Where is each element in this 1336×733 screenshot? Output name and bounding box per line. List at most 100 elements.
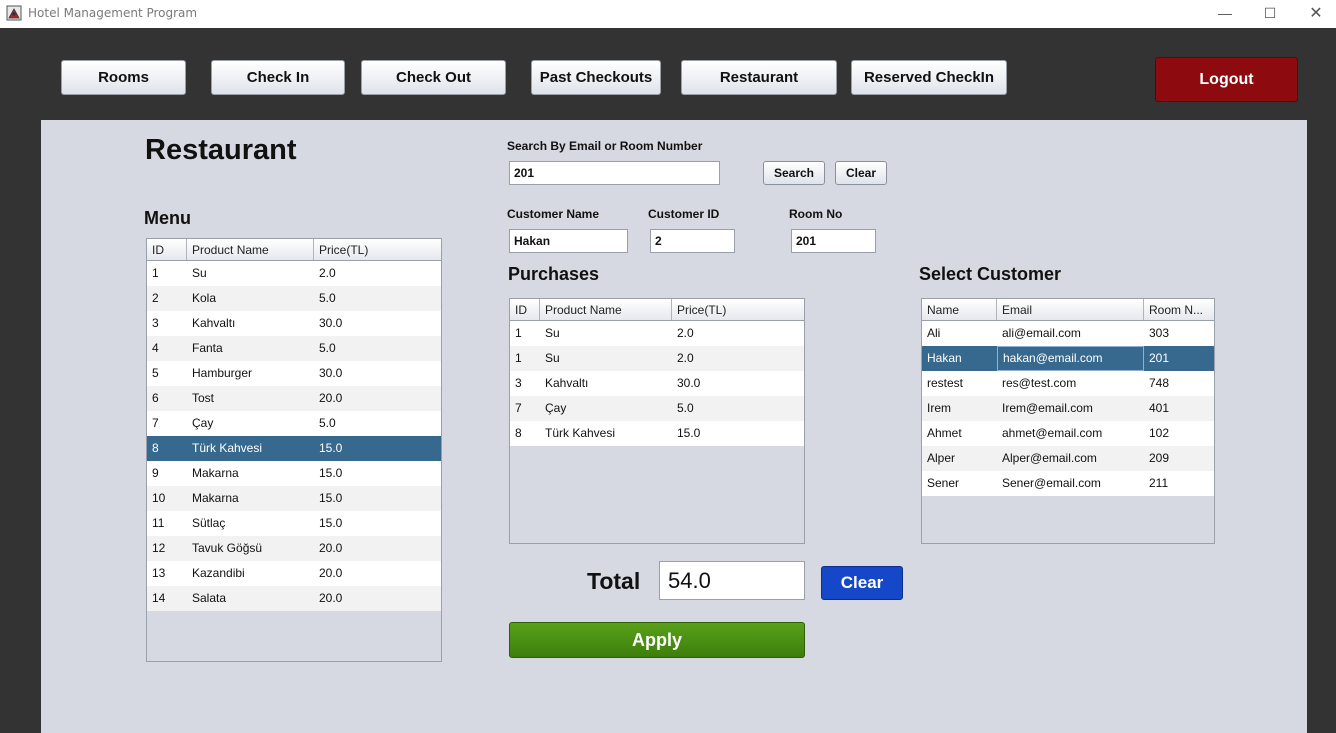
- apply-button[interactable]: Apply: [509, 622, 805, 658]
- column-header[interactable]: Room N...: [1144, 299, 1214, 320]
- table-cell: 14: [152, 591, 166, 605]
- table-cell: 3: [152, 316, 159, 330]
- table-cell: Hamburger: [192, 366, 253, 380]
- table-cell: res@test.com: [1002, 376, 1077, 390]
- table-cell: hakan@email.com: [997, 346, 1144, 371]
- menu-table[interactable]: ID Product Name Price(TL) 1 Su 2.0 2 Kola 5.0…: [146, 238, 442, 662]
- maximize-icon[interactable]: ☐: [1258, 2, 1282, 24]
- table-row[interactable]: Ali ali@email.com 303: [922, 321, 1214, 346]
- table-cell: 748: [1149, 376, 1170, 390]
- table-cell: 15.0: [319, 491, 343, 505]
- table-row[interactable]: 7 Çay 5.0: [510, 396, 804, 421]
- close-icon[interactable]: ✕: [1304, 2, 1328, 24]
- table-cell: 211: [1149, 476, 1169, 490]
- purchases-table-header: ID Product Name Price(TL): [510, 299, 804, 321]
- column-header[interactable]: Email: [997, 299, 1144, 320]
- purchases-title: Purchases: [508, 264, 600, 284]
- table-row[interactable]: 6 Tost 20.0: [147, 386, 441, 411]
- table-row[interactable]: 3 Kahvaltı 30.0: [510, 371, 804, 396]
- room-no-field[interactable]: 201: [791, 229, 876, 253]
- table-row[interactable]: restest res@test.com 748: [922, 371, 1214, 396]
- column-header[interactable]: ID: [147, 239, 187, 260]
- app-icon: [6, 5, 22, 21]
- logout-button[interactable]: Logout: [1155, 57, 1298, 102]
- table-row[interactable]: 14 Salata 20.0: [147, 586, 441, 611]
- table-row[interactable]: 3 Kahvaltı 30.0: [147, 311, 441, 336]
- table-cell: Çay: [545, 401, 567, 415]
- table-row[interactable]: Hakan hakan@email.com 201: [922, 346, 1214, 371]
- table-cell: 102: [1149, 426, 1170, 440]
- table-row[interactable]: 8 Türk Kahvesi 15.0: [147, 436, 441, 461]
- table-row[interactable]: 11 Sütlaç 15.0: [147, 511, 441, 536]
- table-row[interactable]: 8 Türk Kahvesi 15.0: [510, 421, 804, 446]
- table-cell: 1: [515, 351, 522, 365]
- check-out-button[interactable]: Check Out: [361, 60, 506, 95]
- room-no-label: Room No: [789, 207, 843, 221]
- customer-name-field[interactable]: Hakan: [509, 229, 628, 253]
- customer-id-label: Customer ID: [648, 207, 720, 221]
- table-cell: 30.0: [319, 366, 343, 380]
- table-cell: Sütlaç: [192, 516, 226, 530]
- table-cell: 12: [152, 541, 166, 555]
- total-field[interactable]: 54.0: [659, 561, 805, 600]
- customer-table-body: Ali ali@email.com 303 Hakan hakan@email.com 2…: [922, 321, 1214, 496]
- table-row[interactable]: Ahmet ahmet@email.com 102: [922, 421, 1214, 446]
- table-cell: Irem@email.com: [1002, 401, 1093, 415]
- table-cell: 6: [152, 391, 159, 405]
- column-header[interactable]: Price(TL): [314, 239, 441, 260]
- table-cell: ahmet@email.com: [1002, 426, 1103, 440]
- search-clear-button[interactable]: Clear: [835, 161, 887, 185]
- table-row[interactable]: 4 Fanta 5.0: [147, 336, 441, 361]
- table-row[interactable]: Sener Sener@email.com 211: [922, 471, 1214, 496]
- table-row[interactable]: 2 Kola 5.0: [147, 286, 441, 311]
- table-cell: 7: [515, 401, 522, 415]
- customer-table-header: Name Email Room N...: [922, 299, 1214, 321]
- table-row[interactable]: 7 Çay 5.0: [147, 411, 441, 436]
- search-label: Search By Email or Room Number: [507, 139, 703, 153]
- table-cell: Ahmet: [927, 426, 962, 440]
- customer-name-label: Customer Name: [507, 207, 600, 221]
- table-row[interactable]: Alper Alper@email.com 209: [922, 446, 1214, 471]
- restaurant-button[interactable]: Restaurant: [681, 60, 837, 95]
- purchases-table[interactable]: ID Product Name Price(TL) 1 Su 2.0 1 Su 2.0 3 K…: [509, 298, 805, 544]
- select-customer-title: Select Customer: [919, 264, 1062, 284]
- table-cell: 401: [1149, 401, 1170, 415]
- minimize-icon[interactable]: —: [1213, 2, 1237, 24]
- column-header[interactable]: Name: [922, 299, 997, 320]
- column-header[interactable]: Product Name: [540, 299, 672, 320]
- table-cell: 15.0: [319, 441, 343, 455]
- table-cell: Ali: [927, 326, 941, 340]
- purchases-table-body: 1 Su 2.0 1 Su 2.0 3 Kahvaltı 30.0 7 Çay 5.0 8 Türk Ka…: [510, 321, 804, 446]
- search-button[interactable]: Search: [763, 161, 825, 185]
- past-checkouts-button[interactable]: Past Checkouts: [531, 60, 661, 95]
- table-cell: Kahvaltı: [545, 376, 589, 390]
- total-label: Total: [587, 568, 641, 594]
- search-input[interactable]: 201: [509, 161, 720, 185]
- table-row[interactable]: 5 Hamburger 30.0: [147, 361, 441, 386]
- table-row[interactable]: 12 Tavuk Göğsü 20.0: [147, 536, 441, 561]
- rooms-button[interactable]: Rooms: [61, 60, 186, 95]
- customer-table[interactable]: Name Email Room N... Ali ali@email.com 303…: [921, 298, 1215, 544]
- menu-table-header: ID Product Name Price(TL): [147, 239, 441, 261]
- column-header[interactable]: Price(TL): [672, 299, 804, 320]
- column-header[interactable]: ID: [510, 299, 540, 320]
- column-header[interactable]: Product Name: [187, 239, 314, 260]
- table-cell: 30.0: [677, 376, 701, 390]
- window-title: Hotel Management Program: [28, 6, 198, 20]
- table-cell: 13: [152, 566, 166, 580]
- table-row[interactable]: 1 Su 2.0: [510, 346, 804, 371]
- table-cell: 4: [152, 341, 159, 355]
- table-cell: Sener: [927, 476, 960, 490]
- table-row[interactable]: 9 Makarna 15.0: [147, 461, 441, 486]
- customer-id-field[interactable]: 2: [650, 229, 735, 253]
- table-row[interactable]: 13 Kazandibi 20.0: [147, 561, 441, 586]
- table-row[interactable]: Irem Irem@email.com 401: [922, 396, 1214, 421]
- check-in-button[interactable]: Check In: [211, 60, 345, 95]
- table-cell: Çay: [192, 416, 214, 430]
- table-row[interactable]: 1 Su 2.0: [510, 321, 804, 346]
- table-cell: Makarna: [192, 466, 239, 480]
- reserved-checkin-button[interactable]: Reserved CheckIn: [851, 60, 1007, 95]
- table-row[interactable]: 10 Makarna 15.0: [147, 486, 441, 511]
- table-row[interactable]: 1 Su 2.0: [147, 261, 441, 286]
- clear-purchases-button[interactable]: Clear: [821, 566, 903, 600]
